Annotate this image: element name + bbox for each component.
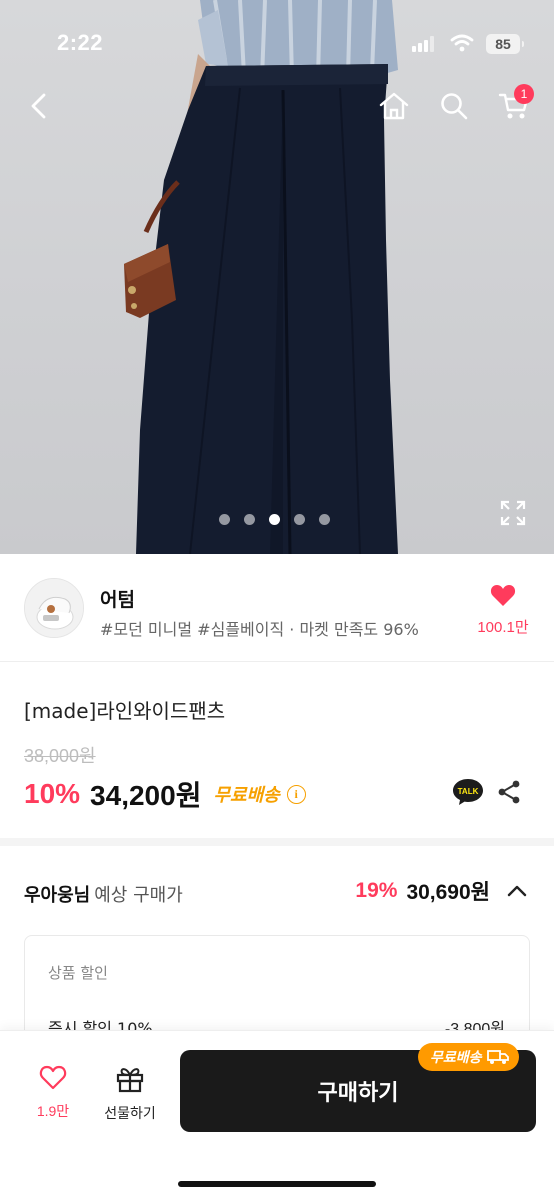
battery-indicator: 85 [486,34,524,54]
free-shipping-badge: 무료배송 [418,1043,519,1071]
seller-section[interactable]: 어텀 #모던 미니멀 #심플베이직 · 마켓 만족도 96% 100.1만 [0,554,554,662]
heart-filled-icon [490,585,516,606]
fullscreen-expand-icon[interactable] [500,500,526,526]
chevron-up-icon[interactable] [506,880,528,902]
cellular-signal-icon [412,36,438,52]
heart-outline-icon [39,1065,67,1090]
battery-level: 85 [495,36,511,52]
back-button[interactable] [18,84,62,128]
seller-name[interactable]: 어텀 [100,585,135,612]
image-pager [219,514,330,525]
share-icon[interactable] [496,779,522,805]
gift-button[interactable]: 선물하기 [98,1065,162,1123]
talk-label: TALK [458,787,479,796]
cart-button[interactable]: 1 [492,84,536,128]
kakao-talk-icon[interactable]: TALK [451,777,485,807]
sale-price: 34,200원 [90,780,202,811]
like-count: 1.9만 [36,1103,70,1119]
seller-like-count: 100.1만 [477,619,529,636]
discount-heading: 상품 할인 [48,964,108,982]
seller-logo-image [25,579,83,637]
like-button[interactable]: 1.9만 [21,1065,85,1121]
user-name: 우아웅님 [24,885,91,906]
seller-tags: #모던 미니멀 #심플베이직 · 마켓 만족도 96% [100,620,419,639]
wifi-icon [450,34,474,52]
product-image-gallery[interactable]: 2:22 85 1 [0,0,554,554]
expected-price-text: 예상 구매가 [94,885,183,906]
discount-rate: 10% [24,778,81,809]
expected-price-toggle[interactable]: 19% 30,690원 [355,876,528,906]
back-arrow-icon [31,93,46,119]
product-info: [made]라인와이드팬츠 38,000원 10% 34,200원 무료배송 i… [0,663,554,846]
pager-dot[interactable] [244,514,255,525]
product-title: [made]라인와이드팬츠 [24,699,226,723]
expected-price-label: 우아웅님 예상 구매가 [24,881,183,907]
pager-dot[interactable] [294,514,305,525]
expected-price-value: 30,690원 [406,881,490,904]
home-icon [379,92,409,120]
free-shipping-badge-label: 무료배송 [430,1050,482,1066]
expected-discount-rate: 19% [355,879,398,902]
expected-price-section: 우아웅님예상 구매가 19% 30,690원 상품 할인 즉시 할인 10% -… [0,854,554,1075]
free-shipping-label: 무료배송 [213,785,280,806]
original-price: 38,000원 [24,746,96,766]
cart-count-badge: 1 [514,84,534,104]
gift-label: 선물하기 [104,1106,156,1122]
pager-dot[interactable] [219,514,230,525]
search-icon [441,93,468,120]
home-indicator[interactable] [178,1181,376,1187]
seller-like-button[interactable]: 100.1만 [470,584,536,637]
delivery-truck-icon [486,1050,509,1064]
info-icon[interactable]: i [286,784,306,804]
seller-avatar[interactable] [24,578,84,638]
status-time: 2:22 [57,30,104,55]
home-button[interactable] [372,84,416,128]
gift-icon [116,1068,144,1093]
search-button[interactable] [432,84,476,128]
top-navigation: 1 [0,84,554,132]
pager-dot-active[interactable] [269,514,280,525]
pager-dot[interactable] [319,514,330,525]
price-row: 10% 34,200원 무료배송 i [24,774,306,814]
status-bar: 2:22 85 [0,0,554,88]
bottom-action-bar: 1.9만 선물하기 구매하기 무료배송 [0,1030,554,1200]
buy-button-label: 구매하기 [317,1081,399,1106]
